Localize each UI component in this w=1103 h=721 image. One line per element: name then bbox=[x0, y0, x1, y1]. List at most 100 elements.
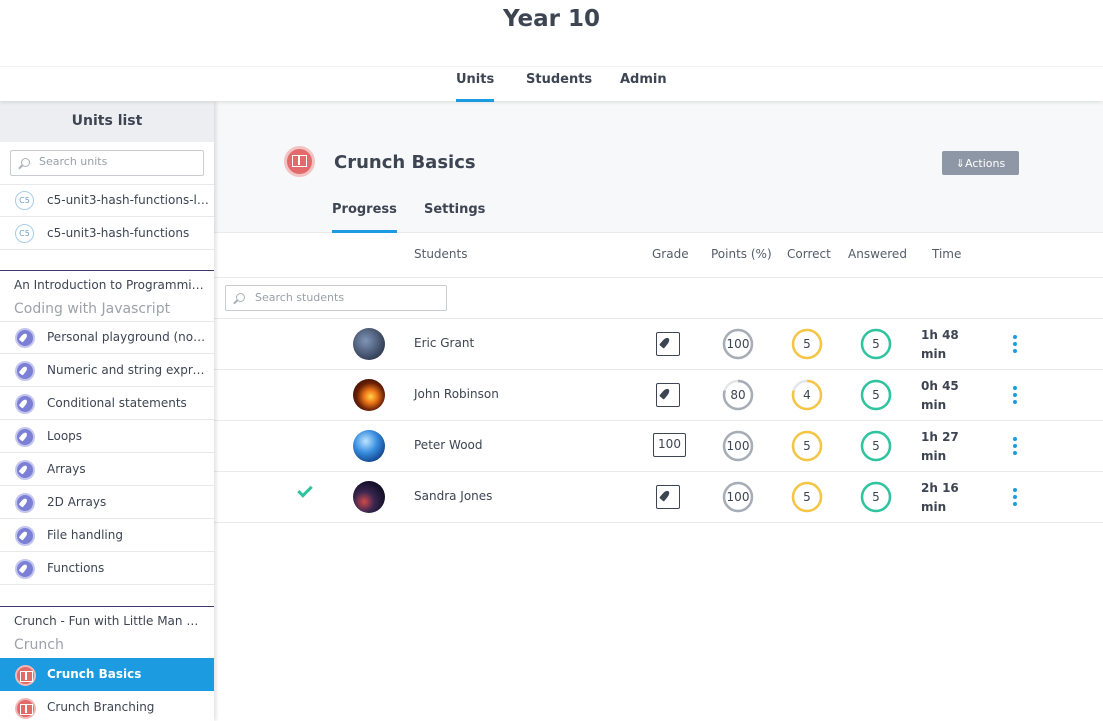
avatar bbox=[353, 328, 385, 360]
avatar bbox=[353, 481, 385, 513]
pen-icon bbox=[659, 336, 671, 349]
course-section-intro-programming: An Introduction to Programming Coding wi… bbox=[0, 270, 214, 321]
top-tabs: Units Students Admin bbox=[0, 66, 1103, 102]
grade-edit-button[interactable] bbox=[656, 485, 680, 509]
time-spent: 1h 48 min bbox=[921, 326, 967, 364]
student-name[interactable]: Eric Grant bbox=[414, 336, 474, 350]
tab-units[interactable]: Units bbox=[456, 72, 495, 102]
sidebar-item-label: Numeric and string expre... bbox=[47, 363, 209, 377]
sidebar-item-label: c5-unit3-hash-functions-lab bbox=[47, 193, 209, 207]
sidebar-item-label: Crunch Basics bbox=[47, 667, 142, 681]
units-search-box[interactable] bbox=[10, 150, 204, 176]
table-row[interactable]: Peter Wood 100 100 5 5 1h 27 min bbox=[214, 421, 1103, 472]
correct-ring: 5 bbox=[791, 430, 823, 462]
student-name[interactable]: Sandra Jones bbox=[414, 489, 492, 503]
answered-ring: 5 bbox=[860, 379, 892, 411]
page-title: Year 10 bbox=[502, 6, 601, 32]
course-badge-icon: C5 bbox=[15, 191, 34, 210]
column-header-correct: Correct bbox=[787, 247, 831, 261]
sidebar-item-functions[interactable]: Functions bbox=[0, 552, 214, 585]
tab-students[interactable]: Students bbox=[526, 72, 592, 102]
pen-icon bbox=[15, 427, 35, 447]
grade-edit-button[interactable] bbox=[656, 383, 680, 407]
ring-value: 80 bbox=[730, 388, 746, 402]
sidebar-item-label: 2D Arrays bbox=[47, 495, 107, 509]
students-search-box[interactable] bbox=[225, 285, 447, 311]
table-row[interactable]: Eric Grant 100 5 5 1h 48 min bbox=[214, 319, 1103, 370]
sidebar-item-crunch-branching[interactable]: Crunch Branching bbox=[0, 691, 214, 721]
column-header-answered: Answered bbox=[848, 247, 907, 261]
sidebar-item-label: Personal playground (not ... bbox=[47, 330, 209, 344]
time-unit: min bbox=[921, 500, 947, 514]
student-name[interactable]: Peter Wood bbox=[414, 438, 483, 452]
students-search-input[interactable] bbox=[255, 291, 435, 304]
crunch-unit-icon bbox=[284, 146, 315, 177]
student-name[interactable]: John Robinson bbox=[414, 387, 499, 401]
answered-ring: 5 bbox=[860, 481, 892, 513]
column-header-time: Time bbox=[932, 247, 962, 261]
check-icon bbox=[297, 482, 313, 498]
actions-button[interactable]: ⇓Actions bbox=[942, 151, 1019, 175]
course-title: Crunch - Fun with Little Man C... bbox=[14, 614, 206, 628]
sidebar-item-personal-playground[interactable]: Personal playground (not ... bbox=[0, 321, 214, 354]
avatar bbox=[353, 379, 385, 411]
sidebar-item-crunch-basics[interactable]: Crunch Basics bbox=[0, 658, 214, 691]
sidebar-item-label: Functions bbox=[47, 561, 105, 575]
kebab-dot bbox=[1013, 393, 1017, 397]
grade-edit-button[interactable] bbox=[656, 332, 680, 356]
correct-ring: 5 bbox=[791, 328, 823, 360]
sidebar-item-loops[interactable]: Loops bbox=[0, 420, 214, 453]
units-sidebar: Units list C5 c5-unit3-hash-functions-la… bbox=[0, 101, 214, 721]
kebab-dot bbox=[1013, 437, 1017, 441]
top-header: Year 10 Units Students Admin bbox=[0, 0, 1103, 102]
tab-settings[interactable]: Settings bbox=[424, 202, 485, 233]
kebab-dot bbox=[1013, 502, 1017, 506]
kebab-dot bbox=[1013, 444, 1017, 448]
time-unit: min bbox=[921, 347, 947, 361]
sidebar-item-label: Arrays bbox=[47, 462, 86, 476]
tab-admin[interactable]: Admin bbox=[620, 72, 667, 102]
unit-header: Crunch Basics ⇓Actions Progress Settings bbox=[214, 101, 1103, 233]
kebab-dot bbox=[1013, 342, 1017, 346]
pen-icon bbox=[15, 361, 35, 381]
kebab-dot bbox=[1013, 386, 1017, 390]
sidebar-item-numeric-string[interactable]: Numeric and string expre... bbox=[0, 354, 214, 387]
points-ring: 80 bbox=[722, 379, 754, 411]
grade-value[interactable]: 100 bbox=[653, 433, 686, 457]
more-options-icon[interactable] bbox=[1011, 437, 1019, 457]
answered-ring: 5 bbox=[860, 328, 892, 360]
pen-icon bbox=[15, 460, 35, 480]
tab-progress[interactable]: Progress bbox=[332, 202, 397, 233]
table-row[interactable]: Sandra Jones 100 5 5 2h 16 min bbox=[214, 472, 1103, 523]
kebab-dot bbox=[1013, 488, 1017, 492]
sidebar-item-label: Conditional statements bbox=[47, 396, 187, 410]
kebab-dot bbox=[1013, 451, 1017, 455]
correct-ring: 4 bbox=[791, 379, 823, 411]
sidebar-item-2d-arrays[interactable]: 2D Arrays bbox=[0, 486, 214, 519]
sidebar-item-conditional-statements[interactable]: Conditional statements bbox=[0, 387, 214, 420]
more-options-icon[interactable] bbox=[1011, 386, 1019, 406]
time-hours-minutes: 1h 27 bbox=[921, 430, 959, 444]
sidebar-item-arrays[interactable]: Arrays bbox=[0, 453, 214, 486]
more-options-icon[interactable] bbox=[1011, 335, 1019, 355]
crunch-icon bbox=[15, 698, 36, 719]
units-search-input[interactable] bbox=[39, 155, 199, 168]
time-spent: 2h 16 min bbox=[921, 479, 967, 517]
sidebar-item-file-handling[interactable]: File handling bbox=[0, 519, 214, 552]
sidebar-item-hash-functions[interactable]: C5 c5-unit3-hash-functions bbox=[0, 217, 214, 250]
time-hours-minutes: 1h 48 bbox=[921, 328, 959, 342]
time-hours-minutes: 2h 16 bbox=[921, 481, 959, 495]
pen-icon bbox=[15, 559, 35, 579]
answered-ring: 5 bbox=[860, 430, 892, 462]
kebab-dot bbox=[1013, 349, 1017, 353]
correct-ring: 5 bbox=[791, 481, 823, 513]
search-icon bbox=[236, 293, 245, 302]
group-title: Crunch bbox=[14, 637, 64, 653]
time-spent: 0h 45 min bbox=[921, 377, 967, 415]
pen-icon bbox=[15, 394, 35, 414]
more-options-icon[interactable] bbox=[1011, 488, 1019, 508]
sidebar-item-hash-functions-lab[interactable]: C5 c5-unit3-hash-functions-lab bbox=[0, 184, 214, 217]
ring-value: 100 bbox=[726, 337, 750, 351]
time-unit: min bbox=[921, 398, 947, 412]
table-row[interactable]: John Robinson 80 4 5 0h 45 min bbox=[214, 370, 1103, 421]
